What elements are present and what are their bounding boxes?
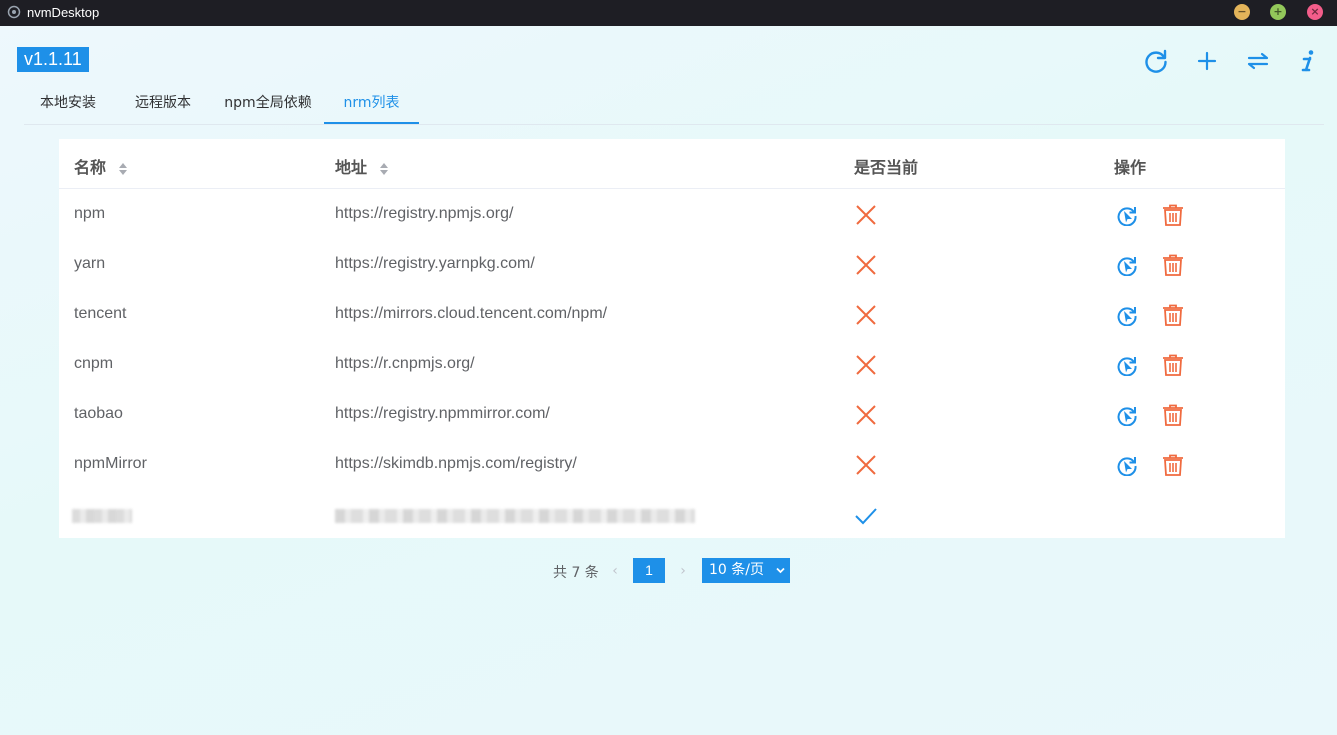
table-row: npm https://registry.npmjs.org/	[59, 189, 1285, 239]
delete-icon[interactable]	[1162, 404, 1184, 426]
use-registry-icon[interactable]	[1116, 304, 1138, 326]
registry-name: tencent	[74, 305, 127, 322]
tab-local-install[interactable]: 本地安装	[24, 88, 112, 122]
pagination: 共 7 条 ‹ 1 › 10 条/页	[0, 558, 1337, 584]
cross-icon	[856, 205, 876, 225]
column-header-current: 是否当前	[854, 158, 919, 177]
cross-icon	[856, 405, 876, 425]
registry-address: https://mirrors.cloud.tencent.com/npm/	[335, 305, 608, 322]
cross-icon	[856, 455, 876, 475]
chevron-down-icon	[776, 567, 785, 574]
tab-remote-versions[interactable]: 远程版本	[122, 88, 204, 122]
version-badge: v1.1.11	[17, 47, 89, 72]
add-icon[interactable]	[1194, 48, 1220, 74]
column-address-label: 地址	[335, 158, 368, 177]
use-registry-icon[interactable]	[1116, 254, 1138, 276]
registry-name: npm	[74, 205, 106, 222]
total-count: 共 7 条	[553, 565, 599, 581]
registry-address: https://r.cnpmjs.org/	[335, 355, 475, 372]
use-registry-icon[interactable]	[1116, 454, 1138, 476]
window-title: nvmDesktop	[27, 5, 100, 20]
registry-address: https://skimdb.npmjs.com/registry/	[335, 455, 577, 472]
page-size-select[interactable]: 10 条/页	[702, 558, 790, 583]
page-number-current[interactable]: 1	[633, 558, 665, 583]
tab-nrm-list[interactable]: nrm列表	[324, 88, 419, 124]
registry-name: npmMirror	[74, 455, 147, 472]
use-registry-icon[interactable]	[1116, 204, 1138, 226]
registry-address: https://registry.yarnpkg.com/	[335, 255, 535, 272]
table-row: cnpm https://r.cnpmjs.org/	[59, 339, 1285, 389]
table-row: yarn https://registry.yarnpkg.com/	[59, 239, 1285, 289]
delete-icon[interactable]	[1162, 304, 1184, 326]
column-header-name[interactable]: 名称	[74, 154, 128, 178]
switch-icon[interactable]	[1245, 48, 1271, 74]
next-page-button[interactable]: ›	[674, 560, 692, 582]
registry-address: https://registry.npmjs.org/	[335, 205, 514, 222]
column-header-address[interactable]: 地址	[335, 154, 389, 178]
registry-name: cnpm	[74, 355, 114, 372]
cross-icon	[856, 255, 876, 275]
registry-table: 名称 地址 是否当前 操作 npm https://registry.npmjs…	[59, 139, 1285, 538]
window-titlebar: nvmDesktop − + ×	[0, 0, 1337, 26]
delete-icon[interactable]	[1162, 204, 1184, 226]
redacted-registry-address	[335, 509, 695, 523]
use-registry-icon[interactable]	[1116, 404, 1138, 426]
prev-page-button[interactable]: ‹	[606, 560, 624, 582]
info-icon[interactable]	[1295, 48, 1321, 74]
table-row: taobao https://registry.npmmirror.com/	[59, 389, 1285, 439]
page-size-label: 10 条/页	[709, 562, 764, 578]
minimize-button[interactable]: −	[1234, 4, 1250, 20]
app-logo-icon	[7, 5, 21, 19]
registry-address: https://registry.npmmirror.com/	[335, 405, 550, 422]
table-header: 名称 地址 是否当前 操作	[59, 139, 1285, 189]
sort-icon[interactable]	[118, 162, 128, 176]
registry-name: taobao	[74, 405, 123, 422]
table-row	[59, 489, 1285, 539]
registry-name: yarn	[74, 255, 106, 272]
cross-icon	[856, 355, 876, 375]
column-header-actions: 操作	[1114, 158, 1147, 177]
tab-npm-global-deps[interactable]: npm全局依赖	[214, 88, 322, 122]
check-icon	[855, 508, 877, 525]
tab-bar: 本地安装 远程版本 npm全局依赖 nrm列表	[24, 88, 1324, 125]
table-row: tencent https://mirrors.cloud.tencent.co…	[59, 289, 1285, 339]
cross-icon	[856, 305, 876, 325]
redacted-registry-name	[72, 509, 132, 523]
column-name-label: 名称	[74, 158, 107, 177]
use-registry-icon[interactable]	[1116, 354, 1138, 376]
sort-icon[interactable]	[379, 162, 389, 176]
close-button[interactable]: ×	[1307, 4, 1323, 20]
delete-icon[interactable]	[1162, 354, 1184, 376]
refresh-icon[interactable]	[1143, 48, 1169, 74]
delete-icon[interactable]	[1162, 454, 1184, 476]
delete-icon[interactable]	[1162, 254, 1184, 276]
maximize-button[interactable]: +	[1270, 4, 1286, 20]
table-row: npmMirror https://skimdb.npmjs.com/regis…	[59, 439, 1285, 489]
